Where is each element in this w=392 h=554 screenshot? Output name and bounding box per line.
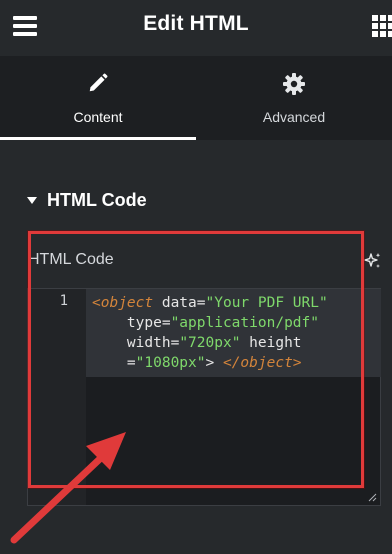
line-number: 1 xyxy=(59,293,68,309)
code-line: <object data="Your PDF URL" xyxy=(92,295,328,311)
gear-icon xyxy=(283,73,305,95)
page-title: Edit HTML xyxy=(143,12,249,35)
code-line: width="720px" height xyxy=(92,335,302,351)
html-code-section-toggle[interactable]: HTML Code xyxy=(27,190,147,211)
html-code-field-label: HTML Code xyxy=(28,251,114,268)
tab-advanced[interactable]: Advanced xyxy=(196,56,392,140)
resize-handle-icon[interactable] xyxy=(368,493,377,502)
section-title: HTML Code xyxy=(47,190,147,210)
apps-grid-icon[interactable] xyxy=(370,13,392,39)
pencil-icon xyxy=(89,73,108,92)
tab-content[interactable]: Content xyxy=(0,56,196,140)
panel-tabs: Content Advanced xyxy=(0,56,392,140)
top-bar: Edit HTML xyxy=(0,0,392,56)
caret-down-icon xyxy=(27,197,37,204)
tab-content-label: Content xyxy=(73,109,123,125)
code-line: type="application/pdf" xyxy=(92,315,319,331)
code-content[interactable]: <object data="Your PDF URL" type="applic… xyxy=(92,293,380,373)
content-panel: HTML Code HTML Code 1 <object data="Your… xyxy=(0,140,392,554)
tab-advanced-label: Advanced xyxy=(262,109,326,125)
code-line: ="1080px"> </object> xyxy=(126,355,302,371)
line-number-gutter: 1 xyxy=(28,289,86,505)
sparkle-ai-icon[interactable] xyxy=(364,252,382,270)
html-code-editor[interactable]: 1 <object data="Your PDF URL" type="appl… xyxy=(27,288,381,506)
